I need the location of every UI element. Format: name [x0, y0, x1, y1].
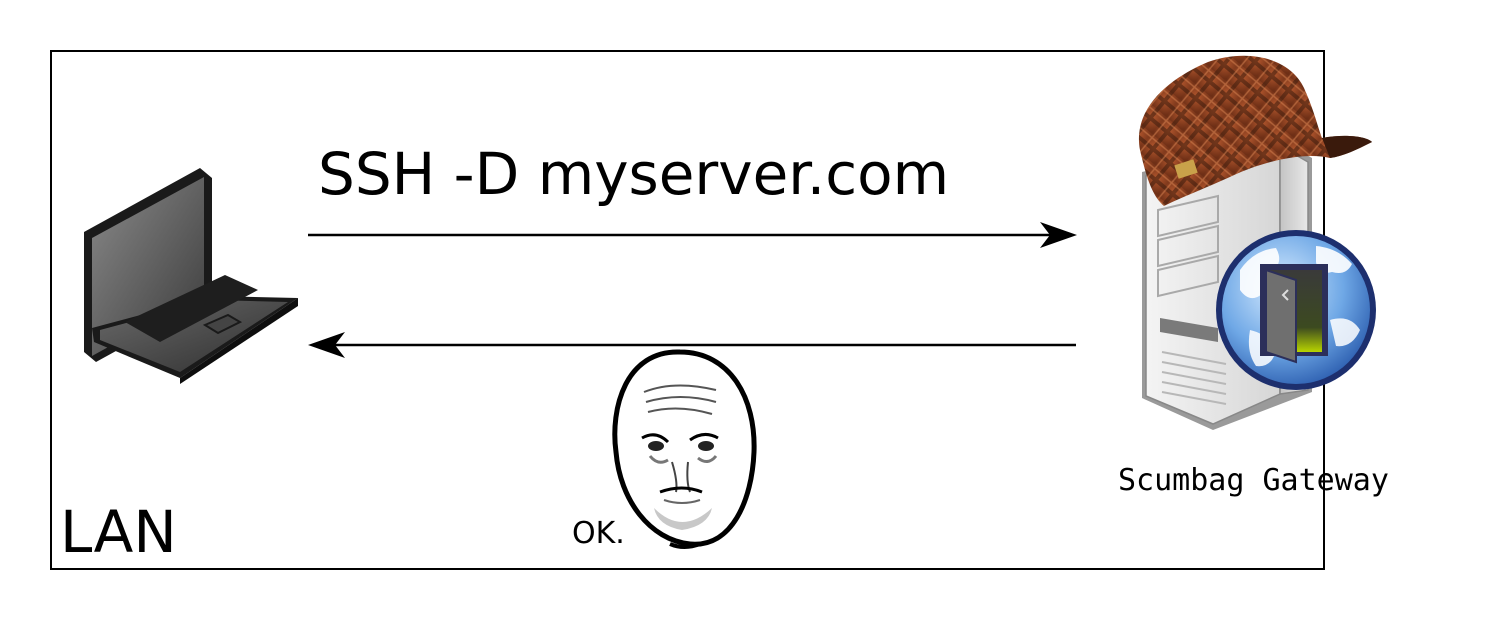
reply-label: OK. — [572, 516, 625, 551]
laptop-icon — [84, 168, 298, 384]
gateway-label: Scumbag Gateway — [1118, 463, 1389, 498]
okay-face-icon — [612, 349, 757, 549]
lan-label: LAN — [60, 498, 177, 566]
globe-door-icon — [1216, 230, 1376, 390]
request-arrow — [308, 222, 1077, 248]
ssh-tunnel-diagram: SSH -D myserver.com Scumbag Gateway OK. … — [50, 50, 1389, 570]
command-label: SSH -D myserver.com — [318, 140, 949, 208]
